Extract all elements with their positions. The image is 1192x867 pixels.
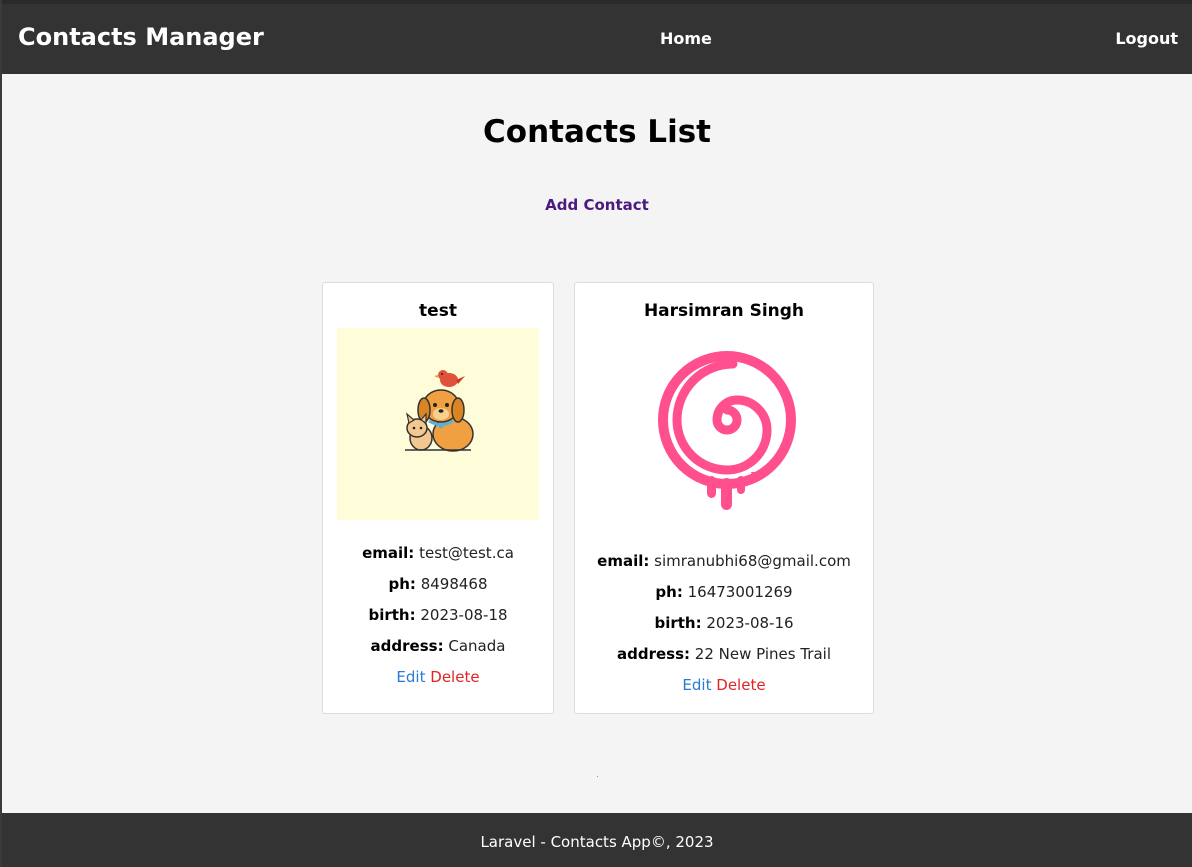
address-label: address:: [616, 645, 691, 663]
address-value: Canada: [448, 637, 506, 655]
address-value: 22 New Pines Trail: [694, 645, 831, 663]
email-label: email:: [362, 544, 415, 562]
phone-label: ph:: [388, 575, 416, 593]
edit-link[interactable]: Edit: [682, 676, 711, 694]
birth-label: birth:: [654, 614, 702, 632]
contact-name: Harsimran Singh: [643, 301, 805, 321]
phone-value: 16473001269: [687, 583, 793, 601]
edit-link[interactable]: Edit: [396, 668, 425, 686]
delete-link[interactable]: Delete: [716, 676, 765, 694]
contact-actions: Edit Delete: [575, 676, 873, 694]
contact-name: test: [419, 301, 457, 321]
birth-label: birth:: [368, 606, 416, 624]
contact-details: email: test@test.ca ph: 8498468 birth: 2…: [323, 544, 553, 686]
birth-row: birth: 2023-08-18: [323, 606, 553, 637]
email-label: email:: [597, 552, 650, 570]
nav-logout-link[interactable]: Logout: [1115, 29, 1178, 48]
email-value: test@test.ca: [419, 544, 514, 562]
contact-details: email: simranubhi68@gmail.com ph: 164730…: [575, 552, 873, 694]
contact-avatar: [337, 328, 539, 520]
contact-avatar: [645, 338, 805, 518]
dog-cat-bird-icon: [405, 370, 474, 452]
email-row: email: test@test.ca: [323, 544, 553, 575]
phone-label: ph:: [655, 583, 683, 601]
pink-spiral-icon: [658, 351, 796, 510]
phone-value: 8498468: [420, 575, 488, 593]
email-row: email: simranubhi68@gmail.com: [575, 552, 873, 583]
add-contact-link[interactable]: Add Contact: [2, 196, 1192, 214]
birth-value: 2023-08-16: [706, 614, 794, 632]
phone-row: ph: 16473001269: [575, 583, 873, 614]
footer: Laravel - Contacts App©, 2023: [2, 813, 1192, 867]
contact-actions: Edit Delete: [323, 668, 553, 686]
address-label: address:: [370, 637, 444, 655]
page: Contacts Manager Home Logout Contacts Li…: [2, 4, 1192, 867]
address-row: address: Canada: [323, 637, 553, 668]
birth-row: birth: 2023-08-16: [575, 614, 873, 645]
phone-row: ph: 8498468: [323, 575, 553, 606]
pagination-placeholder: [597, 776, 598, 777]
nav-home-link[interactable]: Home: [660, 29, 712, 48]
address-row: address: 22 New Pines Trail: [575, 645, 873, 676]
navbar: Contacts Manager Home Logout: [2, 4, 1192, 74]
brand-link[interactable]: Contacts Manager: [18, 23, 264, 51]
birth-value: 2023-08-18: [420, 606, 508, 624]
contact-card: Harsimran Singh email: simranubhi68@gmai…: [574, 282, 874, 714]
page-title: Contacts List: [483, 114, 711, 150]
contact-card: test email: test@test.ca ph: 8498468 bir…: [322, 282, 554, 714]
email-value: simranubhi68@gmail.com: [654, 552, 851, 570]
footer-text: Laravel - Contacts App©, 2023: [480, 833, 714, 851]
delete-link[interactable]: Delete: [430, 668, 479, 686]
